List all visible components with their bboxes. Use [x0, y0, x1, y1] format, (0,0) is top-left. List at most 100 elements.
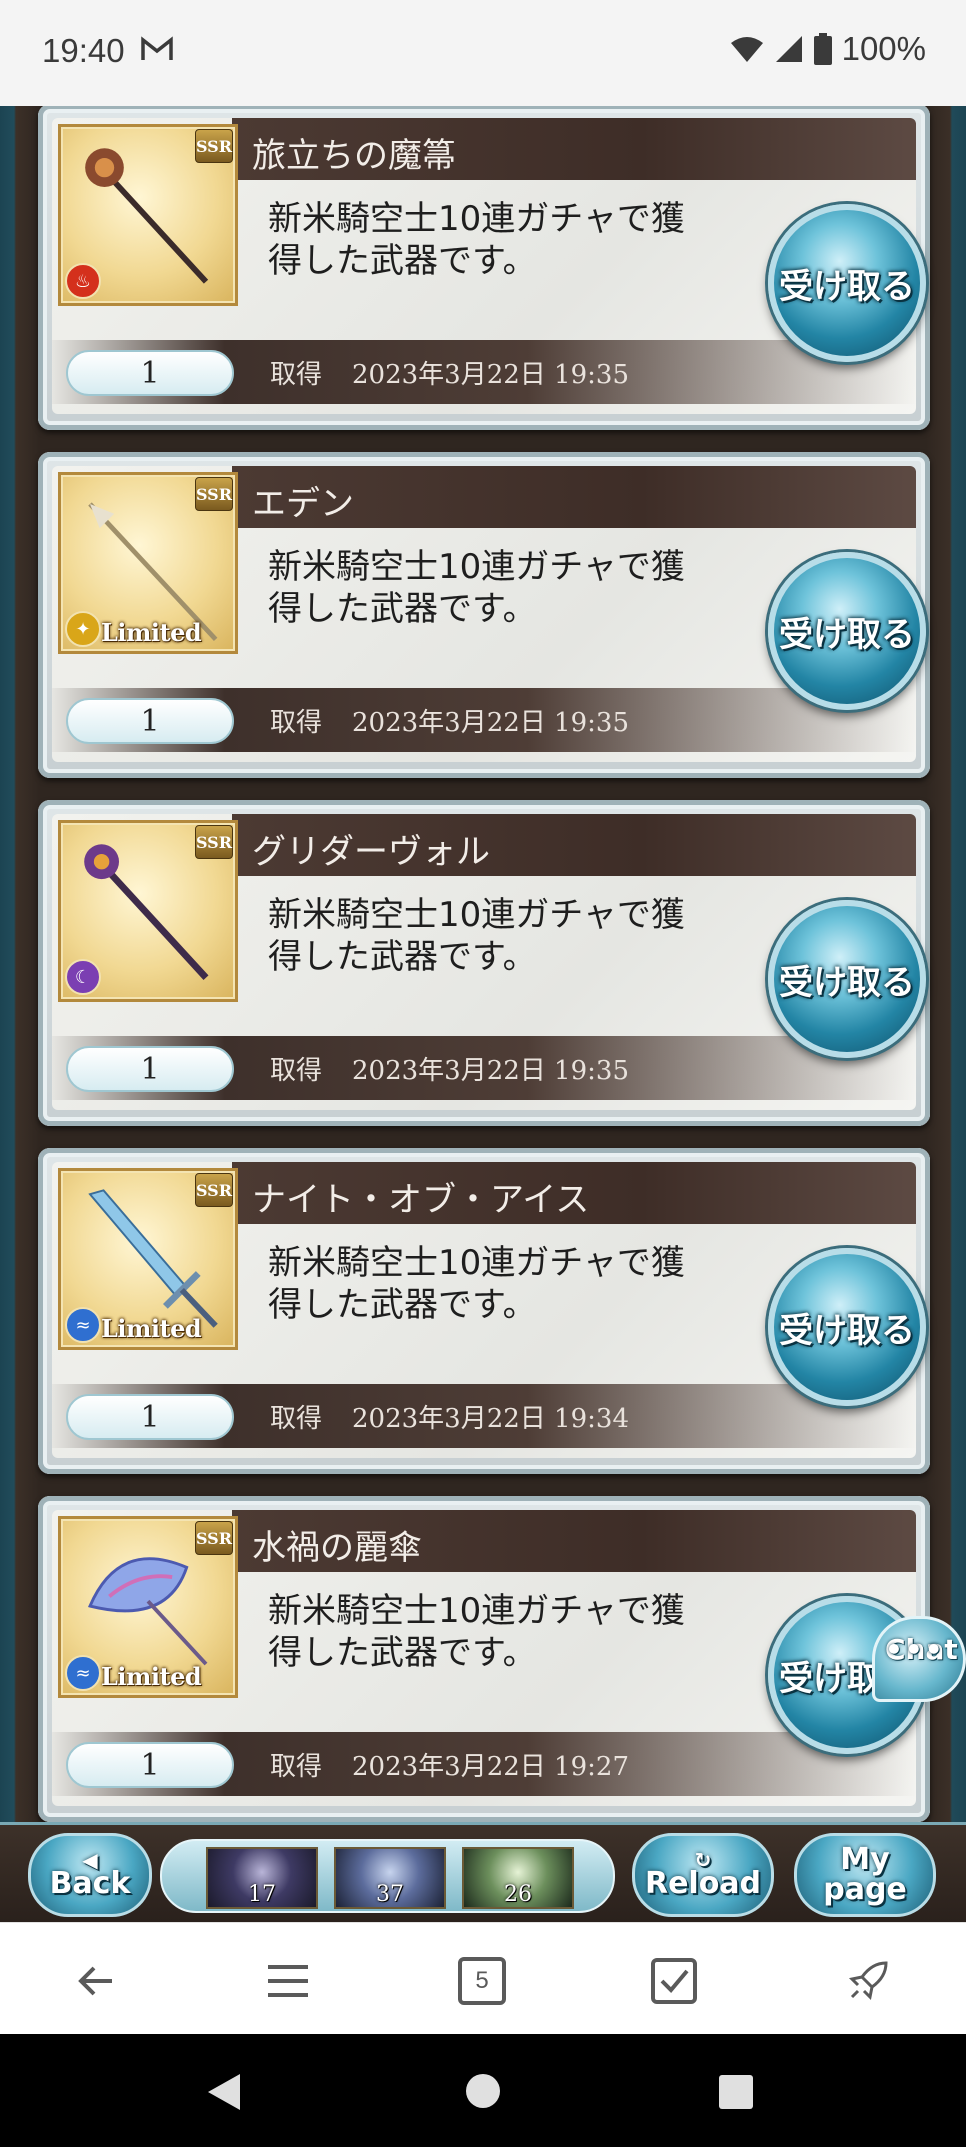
limited-badge: Limited: [101, 618, 202, 647]
gift-card: ナイト・オブ・アイス SSR ≈ Limited 新米騎空士10連ガチャで獲 得…: [38, 1148, 930, 1474]
rocket-icon[interactable]: [844, 1957, 892, 2005]
description-line: 得した武器です。: [268, 1633, 537, 1673]
acquired-label: 取得: [270, 708, 323, 738]
water-element-icon: ≈: [65, 1655, 101, 1691]
quantity-display: 1: [66, 1742, 234, 1788]
acquired-date: 2023年3月22日 19:27: [352, 1752, 629, 1782]
status-time: 19:40: [42, 32, 125, 69]
limited-badge: Limited: [101, 1662, 202, 1691]
weapon-thumbnail[interactable]: SSR ✦ Limited: [58, 472, 238, 654]
receive-button-label: 受け取る: [779, 614, 915, 655]
description-line: 新米騎空士10連ガチャで獲: [268, 1243, 685, 1283]
item-name-bar: ナイト・オブ・アイス: [232, 1162, 916, 1224]
description-line: 新米騎空士10連ガチャで獲: [268, 895, 685, 935]
ssr-badge: SSR: [195, 1173, 233, 1207]
ssr-badge: SSR: [195, 129, 233, 163]
game-nav-bar: ◀ Back 17 37 26 ↻ Reload My page: [0, 1822, 966, 1922]
chat-button[interactable]: Chat •••: [872, 1616, 966, 1702]
tab-count: 5: [475, 1967, 489, 1994]
gift-list[interactable]: 旅立ちの魔箒 SSR ♨ 新米騎空士10連ガチャで獲 得した武器です。 1 取得…: [0, 106, 966, 1824]
quantity-display: 1: [66, 1046, 234, 1092]
ssr-badge: SSR: [195, 1521, 233, 1555]
acquired-info: 1 取得 2023年3月22日 19:35: [52, 1036, 916, 1100]
acquired-info: 1 取得 2023年3月22日 19:27: [52, 1732, 916, 1796]
back-button[interactable]: ◀ Back: [28, 1833, 152, 1917]
checkbox-icon[interactable]: [650, 1957, 698, 2005]
description-line: 新米騎空士10連ガチャで獲: [268, 547, 685, 587]
potion-item[interactable]: 17: [206, 1847, 318, 1909]
ssr-badge: SSR: [195, 477, 233, 511]
tabs-icon[interactable]: 5: [458, 1957, 506, 2005]
item-name: 水禍の麗傘: [252, 1528, 422, 1568]
menu-icon[interactable]: [264, 1957, 312, 2005]
item-description: 新米騎空士10連ガチャで獲 得した武器です。: [268, 198, 738, 282]
crystal-item[interactable]: 37: [334, 1847, 446, 1909]
weapon-thumbnail[interactable]: SSR ☾: [58, 820, 238, 1002]
mypage-label-line: My: [840, 1842, 890, 1877]
description-line: 得した武器です。: [268, 589, 537, 629]
item-description: 新米騎空士10連ガチャで獲 得した武器です。: [268, 1590, 738, 1674]
receive-button[interactable]: 受け取る: [768, 204, 926, 362]
nav-home-icon[interactable]: [464, 2072, 502, 2110]
item-name: エデン: [252, 484, 354, 524]
acquired-info: 1 取得 2023年3月22日 19:35: [52, 340, 916, 404]
mypage-label-line: page: [823, 1872, 907, 1907]
item-name-bar: グリダーヴォル: [232, 814, 916, 876]
item-description: 新米騎空士10連ガチャで獲 得した武器です。: [268, 894, 738, 978]
nav-back-icon[interactable]: [204, 2072, 244, 2112]
status-bar: 19:40 100%: [0, 0, 966, 106]
acquired-date: 2023年3月22日 19:34: [352, 1404, 629, 1434]
receive-button-label: 受け取る: [779, 1310, 915, 1351]
quantity-display: 1: [66, 698, 234, 744]
item-count: 37: [376, 1882, 404, 1907]
gift-card: 水禍の麗傘 SSR ≈ Limited 新米騎空士10連ガチャで獲 得した武器で…: [38, 1496, 930, 1822]
item-name: ナイト・オブ・アイス: [252, 1180, 590, 1220]
gift-card: グリダーヴォル SSR ☾ 新米騎空士10連ガチャで獲 得した武器です。 1 取…: [38, 800, 930, 1126]
wifi-icon: [730, 37, 763, 62]
item-description: 新米騎空士10連ガチャで獲 得した武器です。: [268, 546, 738, 630]
elixir-item[interactable]: 26: [462, 1847, 574, 1909]
browser-toolbar: 5: [0, 1922, 966, 2034]
item-name-bar: 水禍の麗傘: [232, 1510, 916, 1572]
water-element-icon: ≈: [65, 1307, 101, 1343]
item-name: 旅立ちの魔箒: [252, 136, 456, 176]
weapon-thumbnail[interactable]: SSR ≈ Limited: [58, 1516, 238, 1698]
back-label: Back: [49, 1866, 131, 1901]
acquired-label: 取得: [270, 1404, 323, 1434]
description-line: 得した武器です。: [268, 937, 537, 977]
signal-icon: [775, 36, 802, 62]
gmail-icon: [141, 36, 173, 60]
item-name-bar: 旅立ちの魔箒: [232, 118, 916, 180]
receive-button[interactable]: 受け取る: [768, 900, 926, 1058]
reload-button[interactable]: ↻ Reload: [632, 1833, 774, 1917]
acquired-info: 1 取得 2023年3月22日 19:35: [52, 688, 916, 752]
weapon-thumbnail[interactable]: SSR ♨: [58, 124, 238, 306]
receive-button[interactable]: 受け取る: [768, 552, 926, 710]
acquired-date: 2023年3月22日 19:35: [352, 708, 629, 738]
mypage-button[interactable]: My page: [794, 1833, 936, 1917]
item-name: グリダーヴォル: [252, 832, 490, 872]
battery-percent: 100%: [841, 30, 926, 67]
acquired-label: 取得: [270, 1752, 323, 1782]
acquired-date: 2023年3月22日 19:35: [352, 360, 629, 390]
light-element-icon: ✦: [65, 611, 101, 647]
back-arrow-icon[interactable]: [72, 1957, 120, 2005]
chat-dots: •••: [885, 1633, 945, 1666]
item-description: 新米騎空士10連ガチャで獲 得した武器です。: [268, 1242, 738, 1326]
description-line: 新米騎空士10連ガチャで獲: [268, 1591, 685, 1631]
quantity-display: 1: [66, 350, 234, 396]
acquired-info: 1 取得 2023年3月22日 19:34: [52, 1384, 916, 1448]
limited-badge: Limited: [101, 1314, 202, 1343]
acquired-label: 取得: [270, 1056, 323, 1086]
fire-element-icon: ♨: [65, 263, 101, 299]
ssr-badge: SSR: [195, 825, 233, 859]
nav-recents-icon[interactable]: [718, 2074, 754, 2110]
description-line: 得した武器です。: [268, 241, 537, 281]
item-count: 17: [248, 1882, 276, 1907]
description-line: 新米騎空士10連ガチャで獲: [268, 199, 685, 239]
quantity-display: 1: [66, 1394, 234, 1440]
weapon-thumbnail[interactable]: SSR ≈ Limited: [58, 1168, 238, 1350]
gift-card: 旅立ちの魔箒 SSR ♨ 新米騎空士10連ガチャで獲 得した武器です。 1 取得…: [38, 106, 930, 430]
receive-button[interactable]: 受け取る: [768, 1248, 926, 1406]
acquired-label: 取得: [270, 360, 323, 390]
